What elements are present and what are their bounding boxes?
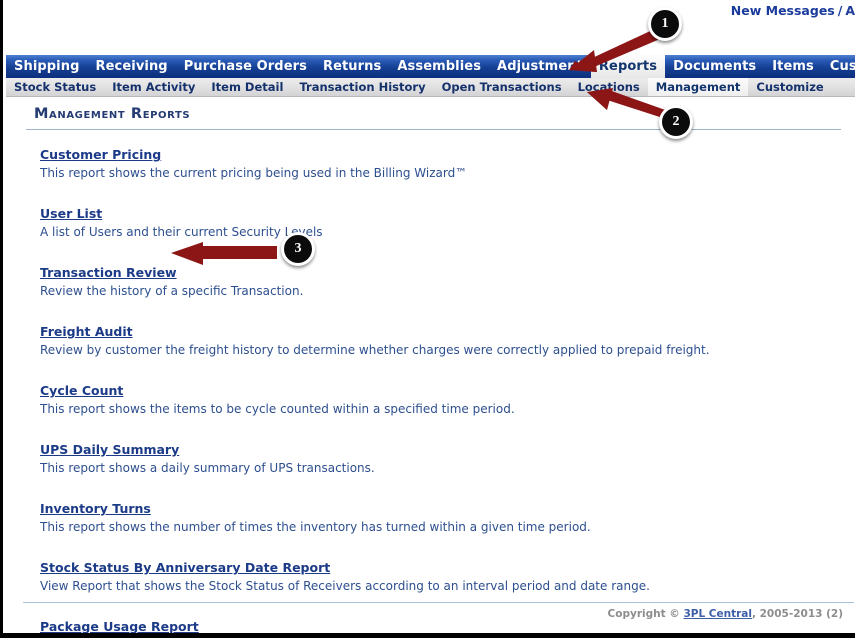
list-item: UPS Daily Summary This report shows a da…: [40, 439, 840, 476]
report-description: Review the history of a specific Transac…: [40, 284, 304, 298]
subnav-tab-item-detail[interactable]: Item Detail: [203, 78, 291, 96]
subnav-tab-customize[interactable]: Customize: [748, 78, 831, 96]
nav-tab-customer[interactable]: Customer: [822, 55, 855, 78]
footer-copyright: Copyright © 3PL Central, 2005-2013 (2): [608, 608, 843, 620]
nav-tab-purchase-orders[interactable]: Purchase Orders: [176, 55, 315, 78]
report-link-user-list[interactable]: User List: [40, 206, 102, 221]
report-link-freight-audit[interactable]: Freight Audit: [40, 324, 133, 339]
list-item: User List A list of Users and their curr…: [40, 203, 840, 240]
footer-divider: [23, 602, 854, 603]
list-item: Freight Audit Review by customer the fre…: [40, 321, 840, 358]
list-item: Stock Status By Anniversary Date Report …: [40, 557, 840, 594]
top-utility-bar: New Messages / A: [3, 0, 855, 52]
subnav-tab-open-transactions[interactable]: Open Transactions: [434, 78, 570, 96]
top-utility-links: New Messages / A: [731, 3, 855, 18]
annotation-badge-1: 1: [648, 7, 682, 41]
nav-tab-adjustment[interactable]: Adjustment: [489, 55, 591, 78]
subnav-tab-item-activity[interactable]: Item Activity: [104, 78, 203, 96]
annotation-badge-2: 2: [659, 105, 693, 139]
subnav-tab-transaction-history[interactable]: Transaction History: [291, 78, 433, 96]
footer-copyright-suffix: , 2005-2013 (2): [751, 608, 843, 620]
report-link-cycle-count[interactable]: Cycle Count: [40, 383, 123, 398]
sub-navigation-bar: Stock Status Item Activity Item Detail Tran…: [6, 78, 855, 97]
subnav-tab-locations[interactable]: Locations: [570, 78, 648, 96]
list-item: Inventory Turns This report shows the nu…: [40, 498, 840, 535]
report-description: Review by customer the freight history t…: [40, 343, 710, 357]
top-utility-separator: /: [837, 3, 843, 18]
nav-tab-reports[interactable]: Reports: [590, 55, 666, 78]
subnav-tab-stock-status[interactable]: Stock Status: [6, 78, 104, 96]
footer-copyright-prefix: Copyright ©: [607, 608, 684, 620]
content-area: Management Reports Customer Pricing This…: [6, 98, 855, 633]
nav-tab-returns[interactable]: Returns: [315, 55, 389, 78]
report-link-stock-status-by-anniversary-date[interactable]: Stock Status By Anniversary Date Report: [40, 560, 330, 575]
page-title: Management Reports: [34, 106, 191, 122]
main-navigation-bar: Shipping Receiving Purchase Orders Returns A…: [6, 55, 855, 78]
list-item: Customer Pricing This report shows the c…: [40, 144, 840, 181]
nav-tab-receiving[interactable]: Receiving: [88, 55, 176, 78]
report-description: This report shows the number of times th…: [40, 520, 591, 534]
report-link-inventory-turns[interactable]: Inventory Turns: [40, 501, 151, 516]
footer-company-link[interactable]: 3PL Central: [683, 608, 752, 620]
report-description: A list of Users and their current Securi…: [40, 225, 323, 239]
report-link-package-usage[interactable]: Package Usage Report: [40, 619, 199, 633]
nav-tab-documents[interactable]: Documents: [665, 55, 764, 78]
nav-tab-assemblies[interactable]: Assemblies: [389, 55, 489, 78]
subnav-tab-management[interactable]: Management: [647, 78, 749, 96]
report-link-transaction-review[interactable]: Transaction Review: [40, 265, 177, 280]
nav-tab-items[interactable]: Items: [764, 55, 822, 78]
report-description: This report shows the items to be cycle …: [40, 402, 515, 416]
new-messages-link[interactable]: New Messages: [731, 3, 835, 18]
annotation-badge-3: 3: [281, 232, 315, 266]
list-item: Cycle Count This report shows the items …: [40, 380, 840, 417]
page-title-divider: [26, 129, 841, 130]
application-window: New Messages / A Shipping Receiving Purchase…: [0, 0, 855, 638]
nav-tab-shipping[interactable]: Shipping: [6, 55, 88, 78]
report-description: This report shows a daily summary of UPS…: [40, 461, 375, 475]
report-link-ups-daily-summary[interactable]: UPS Daily Summary: [40, 442, 179, 457]
report-link-customer-pricing[interactable]: Customer Pricing: [40, 147, 161, 162]
list-item: Transaction Review Review the history of…: [40, 262, 840, 299]
report-description: This report shows the current pricing be…: [40, 166, 468, 180]
report-list: Customer Pricing This report shows the c…: [40, 144, 840, 633]
report-description: View Report that shows the Stock Status …: [40, 579, 650, 593]
top-utility-truncated-link[interactable]: A: [845, 3, 855, 18]
